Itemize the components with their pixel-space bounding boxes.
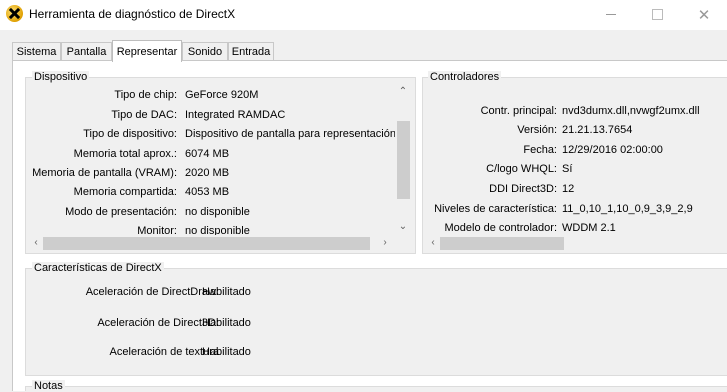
dispositivo-vertical-scrollbar[interactable]: ⌃ ⌄ xyxy=(395,84,412,234)
total-memory-value: 6074 MB xyxy=(185,148,230,160)
controladores-horizontal-scrollbar[interactable]: ‹ xyxy=(426,235,726,252)
maximize-button[interactable] xyxy=(634,0,680,29)
dispositivo-vertical-scroll-thumb[interactable] xyxy=(397,121,410,199)
window-title: Herramienta de diagnóstico de DirectX xyxy=(29,7,236,21)
controladores-group: Controladores Contr. principal: nvd3dumx… xyxy=(422,71,727,254)
scroll-up-icon[interactable]: ⌃ xyxy=(397,87,409,97)
dispositivo-title: Dispositivo xyxy=(32,71,90,83)
caracteristicas-group: Características de DirectX Aceleración d… xyxy=(25,262,727,376)
caracteristicas-title: Características de DirectX xyxy=(32,262,164,274)
tab-sonido[interactable]: Sonido xyxy=(182,42,228,61)
direct3d-accel-value: Habilitado xyxy=(202,317,251,329)
total-memory-label: Memoria total aprox.: xyxy=(73,148,177,160)
presentation-mode-value: no disponible xyxy=(185,206,250,218)
directx-logo-icon xyxy=(6,5,23,22)
version-value: 21.21.13.7654 xyxy=(562,124,633,136)
directdraw-accel-label: Aceleración de DirectDraw: xyxy=(85,286,219,298)
direct3d-accel-label: Aceleración de Direct3D: xyxy=(97,317,219,329)
feature-levels-value: 11_0,10_1,10_0,9_3,9_2,9 xyxy=(562,203,693,215)
device-type-value: Dispositivo de pantalla para representac… xyxy=(185,128,396,140)
shared-memory-label: Memoria compartida: xyxy=(73,186,177,198)
controladores-horizontal-scroll-thumb[interactable] xyxy=(440,237,564,250)
main-driver-value: nvd3dumx.dll,nvwgf2umx.dll xyxy=(562,105,700,117)
tab-sistema[interactable]: Sistema xyxy=(12,42,61,61)
ddi-direct3d-label: DDI Direct3D: xyxy=(489,183,557,195)
scroll-down-icon[interactable]: ⌄ xyxy=(397,222,409,232)
maximize-icon xyxy=(651,9,663,20)
main-driver-label: Contr. principal: xyxy=(480,105,557,117)
chip-type-value: GeForce 920M xyxy=(185,89,259,101)
close-icon: ✕ xyxy=(697,6,711,24)
date-value: 12/29/2016 02:00:00 xyxy=(562,144,663,156)
device-type-label: Tipo de dispositivo: xyxy=(83,128,177,140)
tab-entrada[interactable]: Entrada xyxy=(228,42,274,61)
scroll-left-icon[interactable]: ‹ xyxy=(427,238,439,248)
dac-type-label: Tipo de DAC: xyxy=(111,109,177,121)
ddi-direct3d-value: 12 xyxy=(562,183,575,195)
feature-levels-label: Niveles de característica: xyxy=(434,203,557,215)
whql-logo-value: Sí xyxy=(562,163,573,175)
title-bar: Herramienta de diagnóstico de DirectX ✕ xyxy=(0,0,727,30)
vram-value: 2020 MB xyxy=(185,167,230,179)
whql-logo-label: C/logo WHQL: xyxy=(486,163,557,175)
chip-type-label: Tipo de chip: xyxy=(114,89,177,101)
driver-model-label: Modelo de controlador: xyxy=(444,222,557,234)
minimize-button[interactable] xyxy=(588,0,634,29)
presentation-mode-label: Modo de presentación: xyxy=(65,206,177,218)
tab-representar[interactable]: Representar xyxy=(112,40,182,62)
version-label: Versión: xyxy=(517,124,557,136)
controladores-title: Controladores xyxy=(428,71,502,83)
dispositivo-horizontal-scrollbar[interactable]: ‹ › xyxy=(29,235,395,252)
dac-type-value: Integrated RAMDAC xyxy=(185,109,286,121)
dispositivo-horizontal-scroll-thumb[interactable] xyxy=(43,237,370,250)
texture-accel-value: Habilitado xyxy=(202,346,251,358)
scroll-right-icon[interactable]: › xyxy=(379,238,391,248)
driver-model-value: WDDM 2.1 xyxy=(562,222,616,234)
notas-group: Notas xyxy=(25,380,727,392)
tab-pantalla[interactable]: Pantalla xyxy=(61,42,112,61)
notas-title: Notas xyxy=(32,380,65,392)
shared-memory-value: 4053 MB xyxy=(185,186,230,198)
close-button[interactable]: ✕ xyxy=(681,0,727,29)
scroll-left-icon[interactable]: ‹ xyxy=(30,238,42,248)
dispositivo-group: Dispositivo Tipo de chip: GeForce 920M T… xyxy=(25,71,416,254)
minimize-icon xyxy=(606,14,616,15)
date-label: Fecha: xyxy=(523,144,557,156)
vram-label: Memoria de pantalla (VRAM): xyxy=(32,167,177,179)
directdraw-accel-value: Habilitado xyxy=(202,286,251,298)
